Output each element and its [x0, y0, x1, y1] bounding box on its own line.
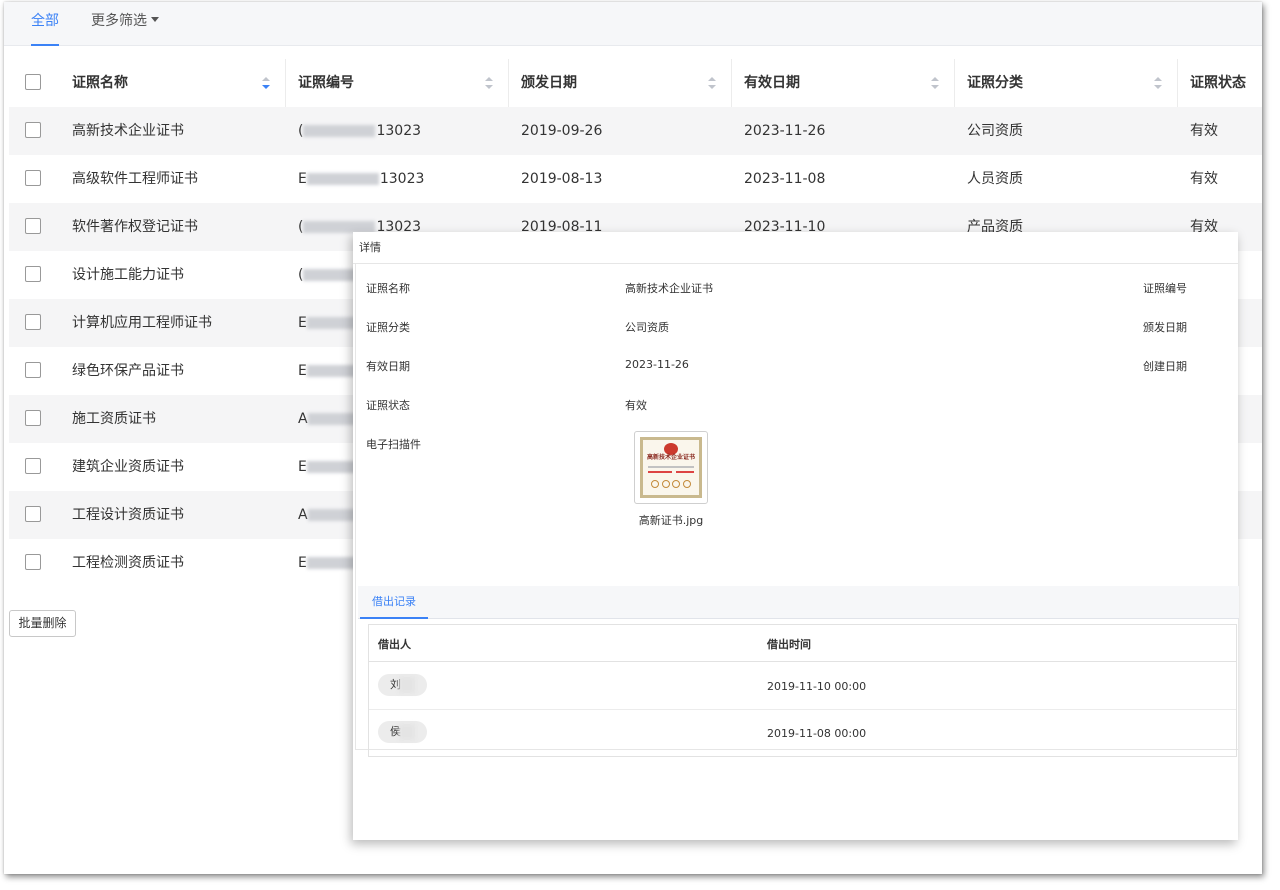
column-header-issue-date[interactable]: 颁发日期: [509, 59, 732, 107]
batch-delete-button[interactable]: 批量删除: [9, 610, 76, 637]
column-header-valid-date[interactable]: 有效日期: [732, 59, 955, 107]
field-label-number: 证照编号: [1143, 282, 1187, 295]
column-header-borrow-time: 借出时间: [767, 638, 811, 651]
row-checkbox[interactable]: [25, 218, 41, 234]
borrow-records-table: 借出人 借出时间 刘 2019-11-10 00:00 侯 2019-11-08…: [368, 624, 1237, 757]
detail-tabs: 借出记录: [358, 586, 1239, 619]
sort-icon[interactable]: [931, 77, 939, 89]
cell-status: 有效: [1190, 171, 1218, 187]
borrow-time: 2019-11-08 00:00: [767, 727, 867, 740]
table-row: 刘 2019-11-10 00:00: [369, 663, 1236, 710]
column-header-label: 颁发日期: [521, 75, 577, 91]
table-row[interactable]: 高级软件工程师证书 E 13023 2019-08-13 2023-11-08 人员资质 有…: [9, 155, 1262, 203]
cell-status: 有效: [1190, 123, 1218, 139]
field-value-status: 有效: [625, 399, 647, 412]
cell-category: 公司资质: [967, 123, 1023, 139]
cell-name: 建筑企业资质证书: [72, 459, 184, 475]
detail-panel-title: 详情: [359, 241, 381, 254]
column-header-name[interactable]: 证照名称: [72, 59, 286, 107]
row-checkbox[interactable]: [25, 266, 41, 282]
row-checkbox[interactable]: [25, 458, 41, 474]
field-value-valid-date: 2023-11-26: [625, 358, 689, 371]
sort-icon[interactable]: [708, 77, 716, 89]
field-label-created-date: 创建日期: [1143, 360, 1187, 373]
row-checkbox[interactable]: [25, 314, 41, 330]
column-header-label: 证照编号: [298, 75, 354, 91]
more-filters-label: 更多筛选: [91, 13, 147, 29]
column-header-status[interactable]: 证照状态: [1178, 59, 1262, 107]
caret-down-icon: [151, 17, 159, 22]
redacted-number: [306, 173, 379, 185]
cell-issue-date: 2019-08-13: [521, 171, 603, 187]
detail-panel-body: 证照名称 高新技术企业证书 证照编号 证照分类 公司资质 颁发日期 有效日期 2…: [355, 264, 1239, 757]
cell-issue-date: 2019-09-26: [521, 123, 603, 139]
cell-category: 人员资质: [967, 171, 1023, 187]
field-label-valid-date: 有效日期: [366, 360, 410, 373]
table-header: 证照名称 证照编号 颁发日期 有效日期 证照分类 证照状态: [9, 59, 1262, 107]
field-label-category: 证照分类: [366, 321, 410, 334]
field-label-status: 证照状态: [366, 399, 410, 412]
table-row: 侯 2019-11-08 00:00: [369, 710, 1236, 757]
field-value-category: 公司资质: [625, 321, 669, 334]
cell-name: 施工资质证书: [72, 411, 156, 427]
borrower-tag: 刘: [378, 674, 427, 696]
column-header-label: 有效日期: [744, 75, 800, 91]
borrower-tag: 侯: [378, 721, 427, 743]
cell-name: 工程检测资质证书: [72, 555, 184, 571]
borrow-time: 2019-11-10 00:00: [767, 680, 867, 693]
scan-thumbnail[interactable]: 高新技术企业证书: [634, 431, 708, 504]
filter-tabs: 全部 更多筛选: [4, 2, 1262, 46]
cell-valid-date: 2023-11-26: [744, 123, 826, 139]
table-row[interactable]: 高新技术企业证书 (13023 2019-09-26 2023-11-26 公司资质 有效: [9, 107, 1262, 155]
select-all-checkbox[interactable]: [25, 74, 41, 90]
cell-valid-date: 2023-11-08: [744, 171, 826, 187]
column-header-borrower: 借出人: [378, 638, 411, 651]
tab-borrow-records[interactable]: 借出记录: [360, 586, 428, 619]
certificate-image: 高新技术企业证书: [640, 437, 702, 498]
sort-icon[interactable]: [1154, 77, 1162, 89]
column-header-number[interactable]: 证照编号: [286, 59, 509, 107]
cell-name: 工程设计资质证书: [72, 507, 184, 523]
sort-icon[interactable]: [262, 77, 270, 89]
column-header-category[interactable]: 证照分类: [955, 59, 1178, 107]
redacted-number: [303, 125, 376, 137]
cell-number: E 13023: [298, 171, 425, 187]
column-header-label: 证照分类: [967, 75, 1023, 91]
row-checkbox[interactable]: [25, 554, 41, 570]
column-header-label: 证照名称: [72, 75, 128, 91]
field-value-name: 高新技术企业证书: [625, 282, 713, 295]
row-checkbox[interactable]: [25, 506, 41, 522]
field-label-name: 证照名称: [366, 282, 410, 295]
app-window: 全部 更多筛选 证照名称 证照编号 颁发日期 有效日期 证照分类 证照状态 高新…: [4, 2, 1262, 874]
row-checkbox[interactable]: [25, 362, 41, 378]
cell-name: 设计施工能力证书: [72, 267, 184, 283]
field-label-scan: 电子扫描件: [366, 438, 421, 451]
cell-name: 高新技术企业证书: [72, 123, 184, 139]
detail-panel-header: 详情: [353, 232, 1238, 264]
cell-name: 软件著作权登记证书: [72, 219, 198, 235]
sort-icon[interactable]: [485, 77, 493, 89]
more-filters-dropdown[interactable]: 更多筛选: [91, 12, 159, 30]
row-checkbox[interactable]: [25, 410, 41, 426]
detail-panel: 详情 证照名称 高新技术企业证书 证照编号 证照分类 公司资质 颁发日期 有效日…: [353, 232, 1239, 840]
row-checkbox[interactable]: [25, 170, 41, 186]
row-checkbox[interactable]: [25, 122, 41, 138]
scan-filename[interactable]: 高新证书.jpg: [634, 512, 708, 528]
tab-all[interactable]: 全部: [31, 12, 59, 46]
certificate-image-title: 高新技术企业证书: [647, 454, 696, 461]
cell-name: 绿色环保产品证书: [72, 363, 184, 379]
field-label-issue-date: 颁发日期: [1143, 321, 1187, 334]
cell-name: 高级软件工程师证书: [72, 171, 198, 187]
cell-name: 计算机应用工程师证书: [72, 315, 212, 331]
cell-number: (13023: [298, 123, 422, 139]
column-header-label: 证照状态: [1190, 75, 1246, 91]
borrow-table-header: 借出人 借出时间: [369, 625, 1236, 662]
